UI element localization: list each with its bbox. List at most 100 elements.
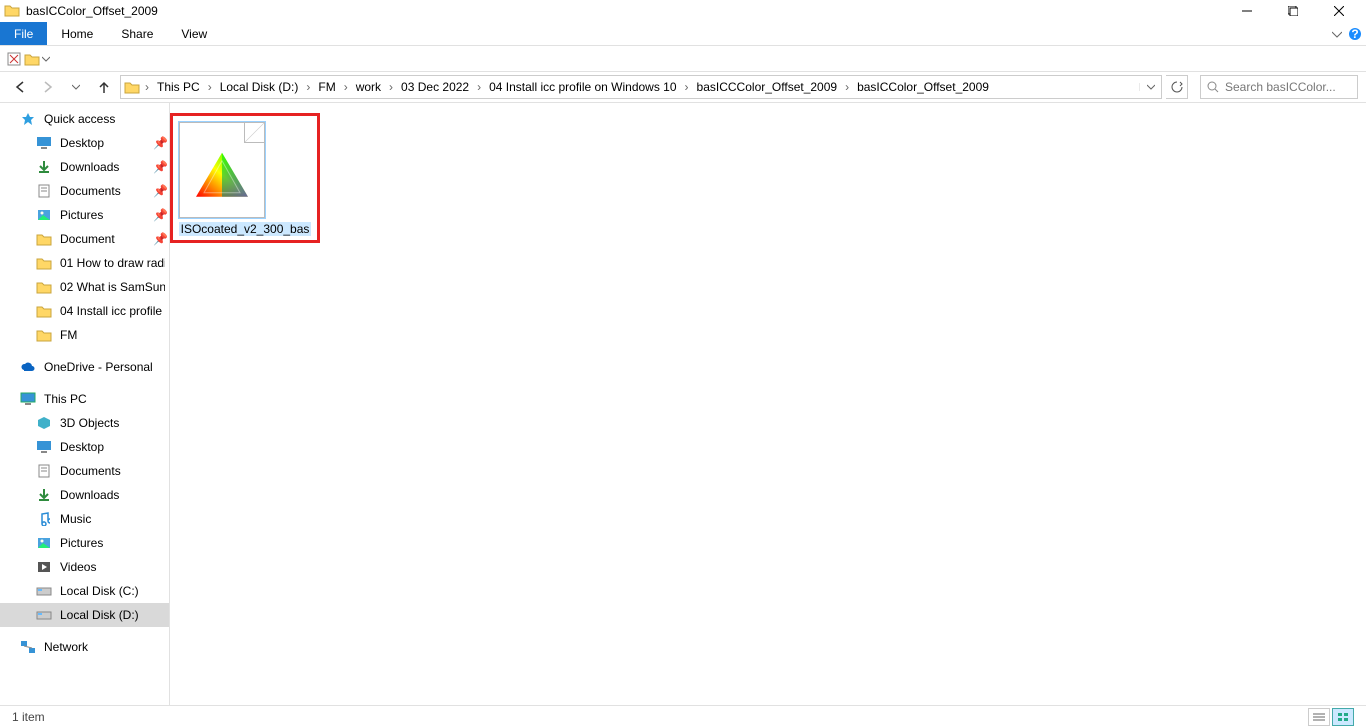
pin-icon: 📌 [153,136,165,150]
tab-view[interactable]: View [167,22,221,45]
3d-icon [36,415,52,431]
music-icon [36,511,52,527]
tab-home[interactable]: Home [47,22,107,45]
chevron-right-icon[interactable]: › [843,80,851,94]
downloads-icon [36,159,52,175]
chevron-right-icon[interactable]: › [475,80,483,94]
sidebar-quick-item[interactable]: Downloads 📌 [0,155,169,179]
tab-share[interactable]: Share [107,22,167,45]
sidebar-pc-item[interactable]: Pictures [0,531,169,555]
documents-icon [36,183,52,199]
main: Quick access Desktop 📌 Downloads 📌 Docum… [0,102,1366,705]
pin-icon: 📌 [153,160,165,174]
downloads-icon [36,487,52,503]
sidebar-quick-item[interactable]: Document 📌 [0,227,169,251]
chevron-right-icon[interactable]: › [683,80,691,94]
chevron-right-icon[interactable]: › [304,80,312,94]
window-title: basICColor_Offset_2009 [26,4,1224,18]
breadcrumb-item[interactable]: Local Disk (D:) [214,80,305,94]
details-view-button[interactable] [1308,708,1330,726]
folder-icon [36,327,52,343]
folder-icon [36,255,52,271]
sidebar-quick-item[interactable]: 01 How to draw radius [0,251,169,275]
sidebar-pc-item[interactable]: Downloads [0,483,169,507]
sidebar-quick-item[interactable]: FM [0,323,169,347]
icons-view-button[interactable] [1332,708,1354,726]
breadcrumb-item[interactable]: basICCColor_Offset_2009 [691,80,844,94]
desktop-icon [36,135,52,151]
folder-icon [36,279,52,295]
back-button[interactable] [8,75,32,99]
refresh-button[interactable] [1166,75,1188,99]
file-item[interactable]: ISOcoated_v2_300_bas [190,113,300,243]
quick-access-toolbar [0,46,1366,72]
sidebar-pc-item[interactable]: Desktop [0,435,169,459]
address-dropdown[interactable] [1139,83,1161,91]
close-button[interactable] [1316,0,1362,22]
sidebar-quick-item[interactable]: Documents 📌 [0,179,169,203]
breadcrumb-item[interactable]: This PC [151,80,206,94]
sidebar-pc-item[interactable]: Local Disk (D:) [0,603,169,627]
pin-icon: 📌 [153,232,165,246]
sidebar-quick-access[interactable]: Quick access [0,107,169,131]
videos-icon [36,559,52,575]
pc-icon [20,391,36,407]
maximize-button[interactable] [1270,0,1316,22]
sidebar-this-pc[interactable]: This PC [0,387,169,411]
sidebar-pc-item[interactable]: Videos [0,555,169,579]
disk-icon [36,583,52,599]
sidebar-onedrive[interactable]: OneDrive - Personal [0,355,169,379]
ribbon-tabs: File Home Share View ? [0,22,1366,46]
pin-icon: 📌 [153,184,165,198]
chevron-right-icon[interactable]: › [342,80,350,94]
sidebar-pc-item[interactable]: Local Disk (C:) [0,579,169,603]
sidebar-network[interactable]: Network [0,635,169,659]
sidebar-quick-item[interactable]: Pictures 📌 [0,203,169,227]
navigation-pane[interactable]: Quick access Desktop 📌 Downloads 📌 Docum… [0,103,170,705]
sidebar-pc-item[interactable]: 3D Objects [0,411,169,435]
help-icon[interactable]: ? [1348,27,1362,41]
qat-newfolder-icon[interactable] [24,51,40,67]
content-pane[interactable]: ISOcoated_v2_300_bas [170,103,1366,705]
address-bar[interactable]: ›This PC›Local Disk (D:)›FM›work›03 Dec … [120,75,1162,99]
breadcrumb-item[interactable]: 04 Install icc profile on Windows 10 [483,80,682,94]
pictures-icon [36,535,52,551]
minimize-button[interactable] [1224,0,1270,22]
search-icon [1207,81,1219,93]
folder-icon [4,3,20,19]
breadcrumb-item[interactable]: basICColor_Offset_2009 [851,80,995,94]
chevron-right-icon[interactable]: › [387,80,395,94]
breadcrumb-item[interactable]: FM [312,80,341,94]
disk-icon [36,607,52,623]
pictures-icon [36,207,52,223]
chevron-right-icon[interactable]: › [143,80,151,94]
window-controls [1224,0,1362,22]
search-input[interactable]: Search basICColor... [1200,75,1358,99]
folder-icon [36,231,52,247]
sidebar-quick-item[interactable]: 02 What is SamSung c [0,275,169,299]
up-button[interactable] [92,75,116,99]
search-placeholder: Search basICColor... [1225,80,1336,94]
sidebar-quick-item[interactable]: Desktop 📌 [0,131,169,155]
breadcrumb-item[interactable]: 03 Dec 2022 [395,80,475,94]
navigation-bar: ›This PC›Local Disk (D:)›FM›work›03 Dec … [0,72,1366,102]
sidebar-pc-item[interactable]: Music [0,507,169,531]
status-bar: 1 item [0,705,1366,727]
qat-properties-icon[interactable] [6,51,22,67]
forward-button[interactable] [36,75,60,99]
recent-dropdown[interactable] [64,75,88,99]
svg-text:?: ? [1351,27,1358,41]
status-text: 1 item [12,710,45,724]
documents-icon [36,463,52,479]
pin-icon: 📌 [153,208,165,222]
qat-dropdown-icon[interactable] [42,55,50,63]
tab-file[interactable]: File [0,22,47,45]
folder-icon [36,303,52,319]
chevron-right-icon[interactable]: › [206,80,214,94]
cloud-icon [20,359,36,375]
sidebar-pc-item[interactable]: Documents [0,459,169,483]
sidebar-quick-item[interactable]: 04 Install icc profile on [0,299,169,323]
breadcrumb-item[interactable]: work [350,80,387,94]
ribbon-expand-icon[interactable] [1332,29,1342,39]
file-label: ISOcoated_v2_300_bas [179,222,312,236]
